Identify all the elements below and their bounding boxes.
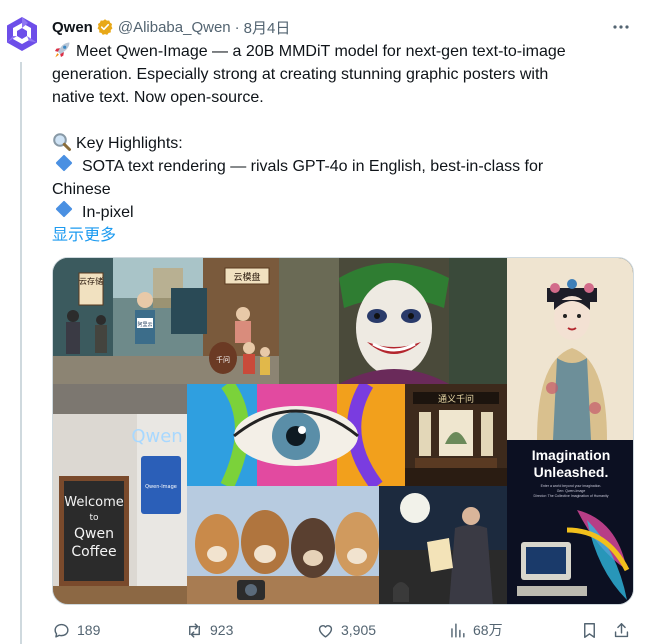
- like-icon: [318, 624, 333, 638]
- image-dogs[interactable]: [187, 486, 379, 604]
- image-qing-lady[interactable]: [507, 258, 633, 440]
- diamond-icon: [55, 154, 73, 172]
- more-icon[interactable]: [609, 16, 633, 38]
- text-line-1: Meet Qwen-Image — a 20B MMDiT model for …: [52, 40, 627, 64]
- highlights-heading: Key Highlights:: [52, 132, 627, 156]
- magnifier-icon: [53, 133, 71, 152]
- bullet-1: SOTA text rendering — rivals GPT-4o in E…: [52, 154, 627, 179]
- image-moon-night[interactable]: [379, 486, 507, 604]
- bullet-1-continued: Chinese: [52, 180, 111, 198]
- image-street-scene[interactable]: 云存储 云模盘 阿里云 千问: [53, 258, 279, 384]
- board-line-2: to: [89, 513, 99, 523]
- neon-sign: Qwen: [131, 426, 182, 447]
- author-handle[interactable]: @Alibaba_Qwen: [118, 19, 231, 36]
- board-line-1: Welcome: [64, 495, 123, 510]
- like-button[interactable]: 3,905: [316, 618, 376, 642]
- phone-text: Qwen-Image: [145, 484, 177, 490]
- views-count: 68万: [473, 622, 503, 638]
- rocket-icon: [55, 42, 70, 58]
- text-line-1-content: Meet Qwen-Image — a 20B MMDiT model for …: [76, 43, 566, 60]
- bullet-2: In-pixel: [52, 200, 627, 225]
- tweet-header: Qwen @Alibaba_Qwen · 8月4日: [52, 14, 635, 40]
- poster-sub-2: Gen: Qwen-Image: [557, 489, 586, 493]
- poster-sub-3: Director: The Collective Imagination of …: [533, 494, 608, 498]
- bookmark-button[interactable]: [580, 618, 605, 642]
- tweet-date[interactable]: 8月4日: [244, 17, 291, 38]
- share-button[interactable]: [612, 618, 637, 642]
- highlights-title: Key Highlights:: [76, 135, 183, 153]
- retweet-button[interactable]: 923: [185, 618, 233, 642]
- poster-title-1: Imagination: [532, 447, 611, 463]
- sign-left: 云存储: [79, 276, 103, 286]
- jar-text: 千问: [216, 355, 230, 364]
- poster-title-2: Unleashed.: [534, 464, 609, 480]
- share-icon: [614, 622, 629, 637]
- image-coffee-shop[interactable]: Qwen Qwen-Image Welcome to Qwen Coffee: [53, 384, 187, 604]
- media-grid[interactable]: 云存储 云模盘 阿里云 千问 Qwen Qwen-Image Welcome t…: [52, 257, 634, 605]
- image-imagination-poster[interactable]: Imagination Unleashed. Enter a world bey…: [507, 440, 633, 604]
- image-colorful-eye[interactable]: [187, 384, 405, 486]
- views-icon: [451, 622, 465, 638]
- reply-button[interactable]: 189: [52, 618, 100, 642]
- bullet-1-text: SOTA text rendering — rivals GPT-4o in E…: [82, 158, 544, 176]
- sign-right: 云模盘: [233, 271, 260, 283]
- qwen-logo-icon: [7, 17, 37, 51]
- reply-icon: [54, 623, 69, 638]
- text-line-3: native text. Now open-source.: [52, 88, 264, 106]
- sign-mid: 阿里云: [137, 321, 152, 328]
- retweet-icon: [189, 622, 200, 638]
- plaque-text: 通义千问: [438, 393, 474, 405]
- image-chinese-room[interactable]: 通义千问: [405, 384, 507, 486]
- poster-sub-1: Enter a world beyond your imagination.: [541, 484, 602, 488]
- show-more-link[interactable]: 显示更多: [52, 227, 116, 244]
- board-line-4: Coffee: [71, 544, 116, 560]
- views-button[interactable]: 68万: [448, 618, 503, 642]
- action-bar: 189 923 3,905 68万: [52, 618, 635, 642]
- text-line-2: generation. Especially strong at creatin…: [52, 65, 549, 83]
- verified-badge-icon[interactable]: [96, 18, 114, 36]
- diamond-icon: [55, 200, 73, 218]
- board-line-3: Qwen: [74, 526, 114, 542]
- reply-count: 189: [77, 622, 101, 638]
- thread-line: [20, 62, 22, 644]
- avatar[interactable]: [2, 14, 42, 54]
- bookmark-icon: [584, 622, 595, 638]
- tweet-text: Meet Qwen-Image — a 20B MMDiT model for …: [52, 40, 627, 247]
- author-name[interactable]: Qwen: [52, 19, 93, 36]
- bullet-2-text: In-pixel: [82, 203, 134, 221]
- like-count: 3,905: [341, 622, 377, 638]
- retweet-count: 923: [210, 622, 234, 638]
- separator: ·: [234, 18, 240, 36]
- image-joker[interactable]: [279, 258, 507, 384]
